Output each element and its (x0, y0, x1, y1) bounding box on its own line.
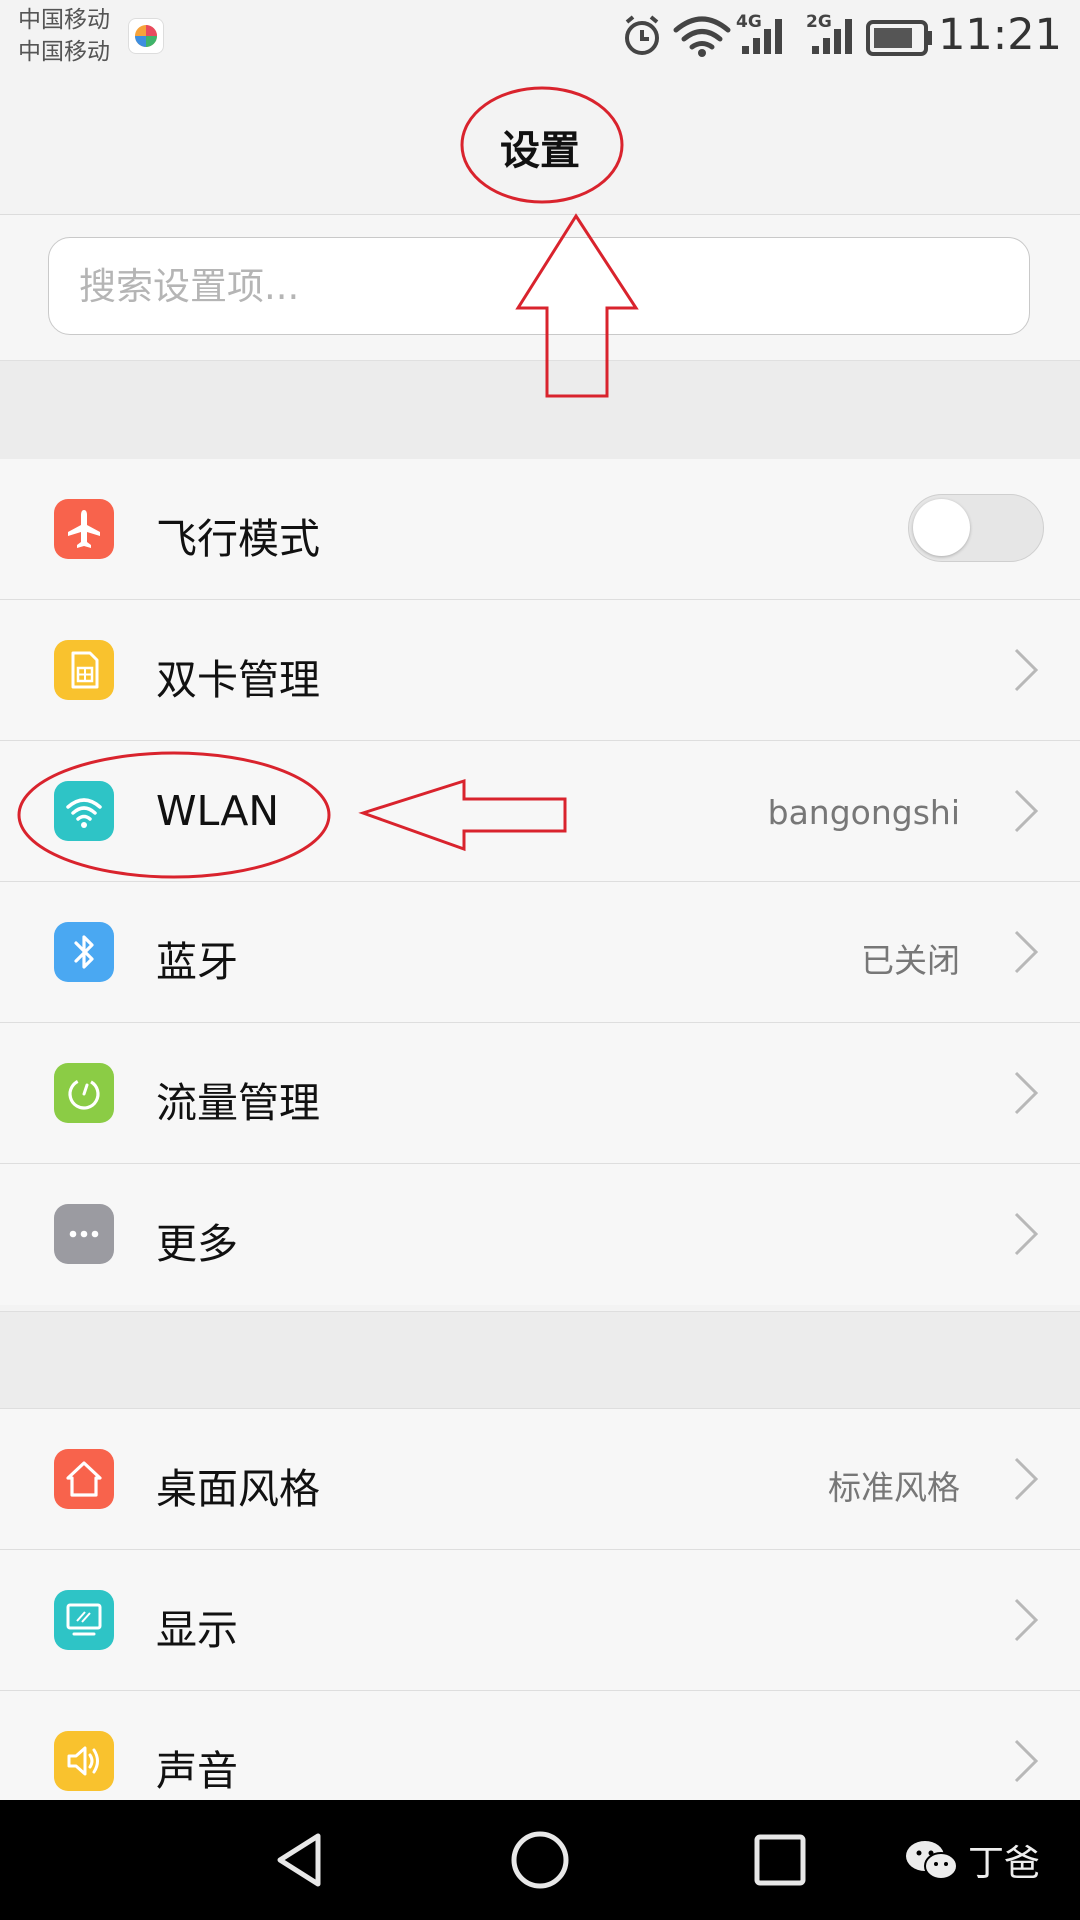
bluetooth-icon (54, 922, 114, 982)
settings-item-label: 蓝牙 (156, 938, 238, 986)
battery-icon (866, 20, 932, 56)
settings-item-label: 显示 (156, 1606, 238, 1654)
settings-item-value: 标准风格 (828, 1468, 960, 1507)
back-button[interactable] (270, 1830, 330, 1890)
watermark: 丁爸 (904, 1834, 1040, 1886)
navigation-bar: 丁爸 (0, 1800, 1080, 1920)
home-button[interactable] (510, 1830, 570, 1890)
airplane-icon (54, 499, 114, 559)
settings-item-label: 声音 (156, 1747, 238, 1795)
search-box[interactable] (48, 237, 1030, 335)
chevron-right-icon (1014, 1457, 1039, 1501)
alarm-icon (625, 15, 659, 55)
chevron-right-icon (1014, 1071, 1039, 1115)
chevron-right-icon (1014, 648, 1039, 692)
status-bar: 中国移动 中国移动 4G 2G 11:21 (0, 0, 1080, 78)
settings-item-sim-card[interactable]: 双卡管理 (0, 600, 1080, 741)
settings-item-value: 已关闭 (861, 941, 960, 980)
carrier-label-1: 中国移动 (18, 7, 110, 33)
settings-item-label: 桌面风格 (156, 1465, 320, 1513)
settings-item-more[interactable]: 更多 (0, 1164, 1080, 1305)
airplane-mode-toggle[interactable] (908, 494, 1044, 562)
notification-app-icon (128, 18, 164, 54)
data-usage-icon (54, 1063, 114, 1123)
carrier-label-2: 中国移动 (18, 39, 110, 65)
settings-item-label: 双卡管理 (156, 656, 320, 704)
settings-item-home[interactable]: 桌面风格 标准风格 (0, 1409, 1080, 1550)
clock: 11:21 (938, 10, 1062, 60)
chevron-right-icon (1014, 1739, 1039, 1783)
chevron-right-icon (1014, 1212, 1039, 1256)
settings-item-data-usage[interactable]: 流量管理 (0, 1023, 1080, 1164)
wifi-icon (54, 781, 114, 841)
settings-group-display: 桌面风格 标准风格显示声音 (0, 1409, 1080, 1832)
recents-button[interactable] (750, 1830, 810, 1890)
network-type-2: 2G (806, 12, 832, 32)
title-bar: 设置 (0, 78, 1080, 215)
toggle-knob (913, 499, 970, 556)
settings-screen: 中国移动 中国移动 4G 2G 11:21 设置 搜索设置项... 飞行模式 双… (0, 0, 1080, 1920)
settings-item-bluetooth[interactable]: 蓝牙 已关闭 (0, 882, 1080, 1023)
search-input[interactable] (77, 260, 981, 312)
settings-item-wifi[interactable]: WLAN bangongshi (0, 741, 1080, 882)
wifi-dot (698, 49, 706, 57)
wechat-icon (905, 1841, 958, 1880)
section-gap-2 (0, 1311, 1080, 1409)
sim-card-icon (54, 640, 114, 700)
chevron-right-icon (1014, 1598, 1039, 1642)
settings-item-label: 飞行模式 (156, 515, 320, 563)
wifi-status-icon (673, 16, 731, 50)
settings-item-airplane[interactable]: 飞行模式 (0, 459, 1080, 600)
settings-item-label: 流量管理 (156, 1079, 320, 1127)
page-title: 设置 (500, 128, 580, 174)
chevron-right-icon (1014, 789, 1039, 833)
watermark-text: 丁爸 (967, 1843, 1040, 1884)
chevron-right-icon (1014, 930, 1039, 974)
settings-item-label: WLAN (156, 787, 280, 835)
status-icons: 4G 2G 11:21 (600, 0, 1080, 78)
settings-item-label: 更多 (156, 1220, 238, 1268)
more-icon (54, 1204, 114, 1264)
home-icon (54, 1449, 114, 1509)
network-type-1: 4G (736, 12, 762, 32)
settings-group-connectivity: 飞行模式双卡管理 WLAN bangongshi 蓝牙 已关闭流量管理更多 (0, 459, 1080, 1305)
speaker-icon (54, 1731, 114, 1791)
section-gap-1 (0, 361, 1080, 459)
settings-item-display[interactable]: 显示 (0, 1550, 1080, 1691)
search-area (0, 215, 1080, 361)
settings-item-value: bangongshi (767, 793, 960, 832)
display-icon (54, 1590, 114, 1650)
